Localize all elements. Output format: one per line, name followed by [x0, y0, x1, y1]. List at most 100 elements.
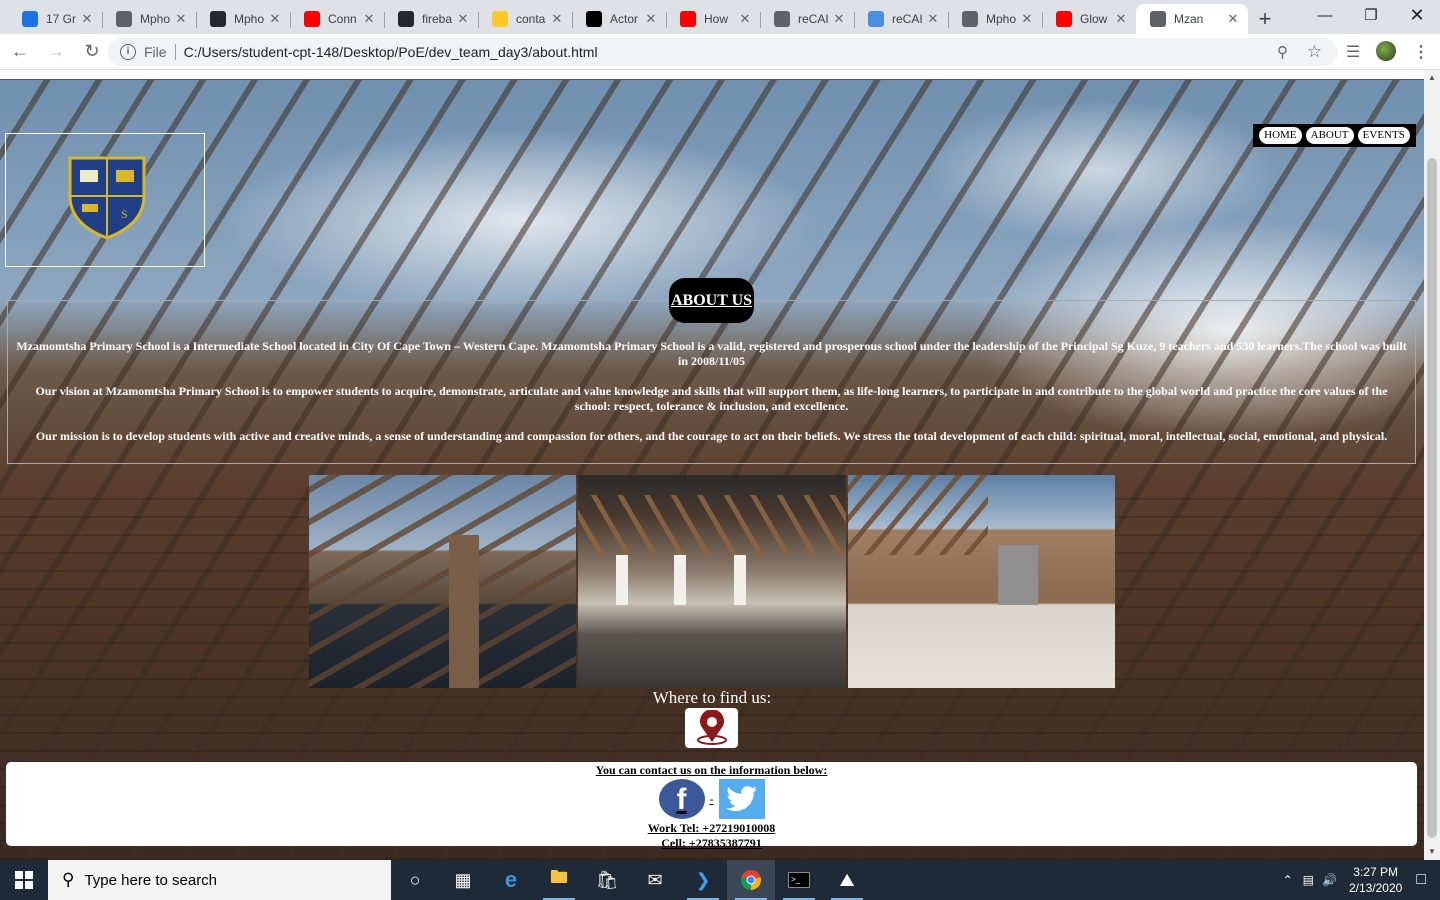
chrome-icon[interactable]	[727, 860, 775, 900]
svg-text:S: S	[121, 207, 128, 221]
mail-icon[interactable]: ✉	[631, 860, 679, 900]
vscode-icon[interactable]: ❯	[679, 860, 727, 900]
contact-footer: You can contact us on the information be…	[5, 761, 1418, 850]
tab-close-icon[interactable]: ✕	[832, 11, 846, 27]
profile-avatar[interactable]	[1376, 41, 1396, 61]
browser-tab[interactable]: reCAI ✕	[854, 4, 948, 34]
divider	[174, 44, 176, 60]
school-crest-icon: S	[68, 156, 146, 240]
protocol-label: File	[144, 44, 167, 60]
tab-title: 17 Gr	[46, 12, 77, 26]
tab-title: Mpho	[986, 12, 1017, 26]
new-tab-button[interactable]: +	[1248, 4, 1282, 34]
tab-close-icon[interactable]: ✕	[1226, 11, 1240, 27]
tab-close-icon[interactable]: ✕	[362, 11, 376, 27]
browser-tab[interactable]: How ✕	[666, 4, 760, 34]
map-pin-icon[interactable]	[685, 708, 738, 748]
file-explorer-icon[interactable]: 🖿	[535, 860, 583, 900]
tab-title: fireba	[422, 12, 453, 26]
zoom-icon[interactable]: ⚲	[1277, 43, 1288, 61]
tab-close-icon[interactable]: ✕	[644, 11, 658, 27]
taskbar-clock[interactable]: 3:27 PM 2/13/2020	[1349, 864, 1402, 896]
about-paragraph-vision: Our vision at Mzamomtsha Primary School …	[35, 384, 1388, 413]
browser-tab[interactable]: reCAI ✕	[760, 4, 854, 34]
minimize-button[interactable]: —	[1302, 0, 1348, 30]
menu-kebab-icon[interactable]: ⋮	[1413, 42, 1429, 62]
tab-title: reCAI	[798, 12, 829, 26]
about-paragraph-intro: Mzamomtsha Primary School is a Intermedi…	[16, 339, 1407, 368]
nav-home-link[interactable]: HOME	[1259, 127, 1302, 144]
tab-close-icon[interactable]: ✕	[80, 11, 94, 27]
browser-tab-strip: 17 Gr ✕ Mpho ✕ Mpho ✕ Conn ✕ fireba ✕ conta ✕ Actor ✕…	[0, 0, 1440, 34]
nav-events-link[interactable]: EVENTS	[1357, 127, 1410, 144]
about-paragraph-mission: Our mission is to develop students with …	[35, 429, 1388, 443]
tab-close-icon[interactable]: ✕	[268, 11, 282, 27]
nav-about-link[interactable]: ABOUT	[1305, 127, 1354, 144]
wix-favicon-icon	[586, 11, 602, 27]
browser-tab[interactable]: Conn ✕	[290, 4, 384, 34]
browser-tab[interactable]: Mpho ✕	[196, 4, 290, 34]
recaptcha-favicon-icon	[868, 11, 884, 27]
school-photo-courtyard	[309, 475, 577, 688]
tab-title: conta	[516, 12, 546, 26]
browser-tab[interactable]: Mzan ✕	[1136, 4, 1248, 34]
network-icon[interactable]: ▤	[1303, 873, 1314, 887]
youtube-favicon-icon	[304, 11, 320, 27]
calendar-favicon-icon	[22, 11, 38, 27]
tab-close-icon[interactable]: ✕	[738, 11, 752, 27]
tab-close-icon[interactable]: ✕	[1020, 11, 1034, 27]
globe-favicon-icon	[116, 11, 132, 27]
close-window-button[interactable]: ✕	[1394, 0, 1440, 30]
browser-tab[interactable]: fireba ✕	[384, 4, 478, 34]
tab-close-icon[interactable]: ✕	[926, 11, 940, 27]
scroll-up-arrow-icon[interactable]: ▲	[1424, 70, 1440, 86]
browser-tab[interactable]: Actor ✕	[572, 4, 666, 34]
info-icon[interactable]: i	[120, 44, 136, 60]
tab-title: How	[704, 12, 729, 26]
restore-button[interactable]: ❐	[1348, 0, 1394, 30]
search-placeholder: Type here to search	[84, 871, 218, 889]
chevron-up-icon[interactable]: ⌃	[1283, 873, 1293, 887]
taskbar-search-box[interactable]: ⚲ Type here to search	[48, 860, 391, 900]
globe-favicon-icon	[774, 11, 790, 27]
browser-tab[interactable]: Mpho ✕	[102, 4, 196, 34]
edge-icon[interactable]: e	[487, 860, 535, 900]
school-photo-gallery	[309, 475, 1115, 688]
terminal-icon[interactable]: >_	[775, 860, 823, 900]
store-icon[interactable]: 🛍	[583, 860, 631, 900]
task-view-icon[interactable]: ▦	[439, 860, 487, 900]
social-links: f -	[6, 779, 1417, 819]
reload-button[interactable]: ↻	[76, 38, 108, 66]
find-us-label: Where to find us:	[652, 688, 772, 707]
tab-title: Glow	[1080, 12, 1108, 26]
page-scrollbar[interactable]: ▲ ▼	[1424, 70, 1440, 860]
scroll-down-arrow-icon[interactable]: ▼	[1424, 844, 1440, 860]
firebase-favicon-icon	[492, 11, 508, 27]
page-top-banner-edge	[0, 70, 1424, 80]
back-button[interactable]: ←	[4, 38, 36, 66]
media-control-icon[interactable]: ☰	[1346, 42, 1360, 62]
facebook-icon[interactable]: f	[658, 779, 705, 819]
youtube-favicon-icon	[1056, 11, 1072, 27]
twitter-icon[interactable]	[718, 779, 765, 819]
browser-tab[interactable]: 17 Gr ✕	[8, 4, 102, 34]
windows-start-button[interactable]	[0, 860, 48, 900]
address-bar[interactable]: i File C:/Users/student-cpt-148/Desktop/…	[108, 38, 1338, 66]
tab-close-icon[interactable]: ✕	[456, 11, 470, 27]
browser-tab[interactable]: Glow ✕	[1042, 4, 1136, 34]
browser-tab[interactable]: conta ✕	[478, 4, 572, 34]
url-text[interactable]: C:/Users/student-cpt-148/Desktop/PoE/dev…	[184, 44, 598, 60]
volume-icon[interactable]: 🔊	[1322, 873, 1337, 887]
tab-close-icon[interactable]: ✕	[1114, 11, 1128, 27]
scrollbar-thumb[interactable]	[1427, 158, 1437, 838]
tab-close-icon[interactable]: ✕	[174, 11, 188, 27]
tab-close-icon[interactable]: ✕	[550, 11, 564, 27]
photos-icon[interactable]: ⛰	[823, 860, 871, 900]
tab-title: Mpho	[234, 12, 265, 26]
cortana-icon[interactable]: ○	[391, 860, 439, 900]
bookmark-star-icon[interactable]: ☆	[1307, 42, 1322, 62]
notifications-icon[interactable]: □	[1416, 871, 1426, 889]
browser-tab[interactable]: Mpho ✕	[948, 4, 1042, 34]
globe-favicon-icon	[962, 11, 978, 27]
forward-button[interactable]: →	[40, 38, 72, 66]
